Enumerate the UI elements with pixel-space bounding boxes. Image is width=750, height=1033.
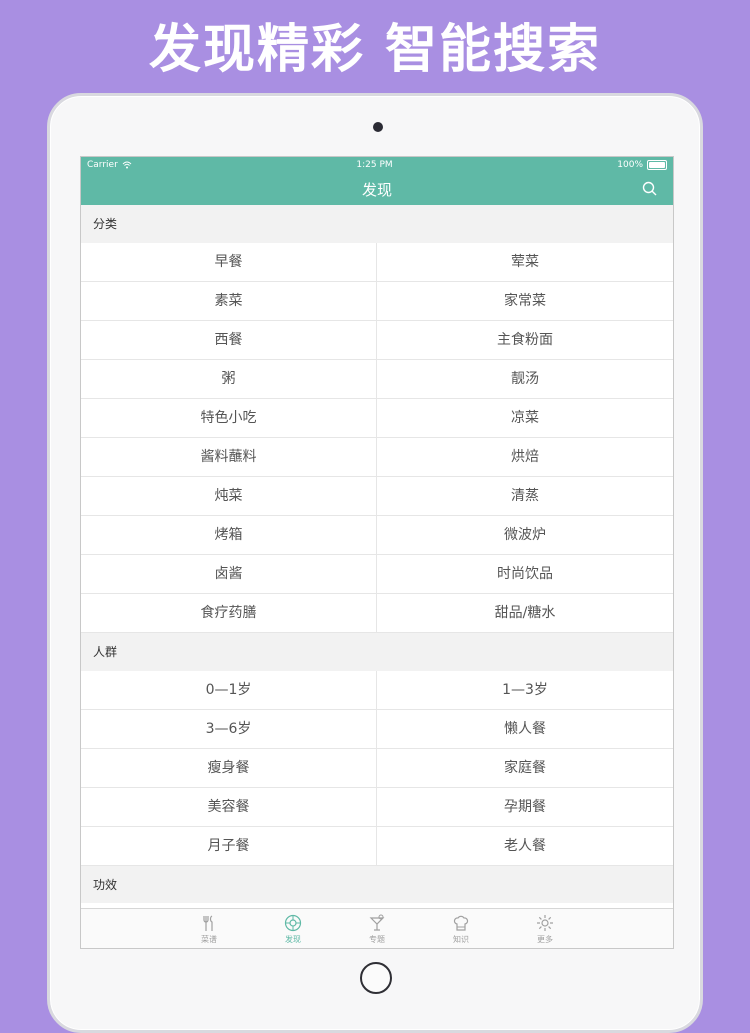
category-item[interactable]: 时尚饮品 [377, 555, 673, 594]
tab-2[interactable]: 专题 [352, 913, 402, 948]
search-icon[interactable] [641, 180, 659, 198]
category-item[interactable]: 早餐 [81, 243, 377, 282]
tab-0[interactable]: 菜谱 [184, 913, 234, 948]
wifi-icon [122, 161, 132, 169]
section-header: 功效 [81, 866, 673, 903]
tab-label: 专题 [369, 935, 385, 944]
tab-label: 知识 [453, 935, 469, 944]
battery-label: 100% [617, 160, 643, 170]
chef-hat-icon [453, 915, 469, 931]
tab-label: 发现 [285, 935, 301, 944]
category-item[interactable]: 美容餐 [81, 788, 377, 827]
category-item[interactable]: 瘦身餐 [81, 749, 377, 788]
category-item[interactable]: 微波炉 [377, 516, 673, 555]
category-item[interactable]: 粥 [81, 360, 377, 399]
utensils-icon [203, 915, 213, 931]
category-item[interactable]: 素菜 [81, 282, 377, 321]
section-header: 人群 [81, 633, 673, 671]
tab-label: 更多 [537, 935, 553, 944]
tab-label: 菜谱 [201, 935, 217, 944]
promo-title: 发现精彩 智能搜索 [148, 20, 602, 80]
category-item[interactable]: 老人餐 [377, 827, 673, 866]
category-item[interactable]: 烘焙 [377, 438, 673, 477]
tab-3[interactable]: 知识 [436, 913, 486, 948]
category-item[interactable]: 荤菜 [377, 243, 673, 282]
category-item[interactable]: 食疗药膳 [81, 594, 377, 633]
category-item[interactable]: 靓汤 [377, 360, 673, 399]
home-button[interactable] [360, 962, 392, 994]
category-item[interactable]: 凉菜 [377, 399, 673, 438]
category-item[interactable]: 主食粉面 [377, 321, 673, 360]
cocktail-icon [369, 914, 385, 931]
carrier-label: Carrier [87, 160, 118, 170]
screen: Carrier 1:25 PM 100% 发现 分类 早餐 荤菜 素菜 家常菜 西餐 主食粉… [80, 156, 674, 949]
category-item[interactable]: 1—3岁 [377, 671, 673, 710]
category-item[interactable]: 甜品/糖水 [377, 594, 673, 633]
camera [373, 122, 383, 132]
category-item[interactable]: 酱料蘸料 [81, 438, 377, 477]
gear-icon [537, 915, 553, 931]
category-item[interactable]: 清蒸 [377, 477, 673, 516]
page-title: 发现 [361, 180, 392, 199]
category-item[interactable]: 西餐 [81, 321, 377, 360]
category-item[interactable]: 家庭餐 [377, 749, 673, 788]
tablet-frame: Carrier 1:25 PM 100% 发现 分类 早餐 荤菜 素菜 家常菜 西餐 主食粉… [47, 93, 703, 1033]
category-item[interactable]: 特色小吃 [81, 399, 377, 438]
nav-bar: 发现 [81, 173, 673, 205]
category-item[interactable]: 3—6岁 [81, 710, 377, 749]
discover-list[interactable]: 分类 早餐 荤菜 素菜 家常菜 西餐 主食粉面粥靓汤 特色小吃 凉菜 酱料蘸料 烘焙 炖菜 清蒸 烤箱 微波… [81, 205, 673, 903]
category-item[interactable]: 孕期餐 [377, 788, 673, 827]
category-item[interactable]: 懒人餐 [377, 710, 673, 749]
category-item[interactable]: 烤箱 [81, 516, 377, 555]
section-header: 分类 [81, 205, 673, 243]
category-item[interactable]: 0—1岁 [81, 671, 377, 710]
category-item[interactable]: 炖菜 [81, 477, 377, 516]
tab-1[interactable]: 发现 [268, 913, 318, 948]
status-time: 1:25 PM [356, 160, 393, 170]
tab-bar: 菜谱 发现 专题 知识 更多 [81, 908, 673, 948]
category-item[interactable]: 家常菜 [377, 282, 673, 321]
category-item[interactable]: 卤酱 [81, 555, 377, 594]
category-item[interactable]: 月子餐 [81, 827, 377, 866]
category-grid: 0—1岁 1—3岁 3—6岁 懒人餐 瘦身餐 家庭餐 美容餐 孕期餐 月子餐 老人餐 [81, 671, 673, 866]
category-grid: 早餐 荤菜 素菜 家常菜 西餐 主食粉面粥靓汤 特色小吃 凉菜 酱料蘸料 烘焙 炖菜 清蒸 烤箱 微波炉卤… [81, 243, 673, 633]
status-bar: Carrier 1:25 PM 100% [81, 157, 673, 173]
tab-4[interactable]: 更多 [520, 913, 570, 948]
battery-icon [647, 160, 667, 170]
compass-icon [284, 914, 302, 932]
